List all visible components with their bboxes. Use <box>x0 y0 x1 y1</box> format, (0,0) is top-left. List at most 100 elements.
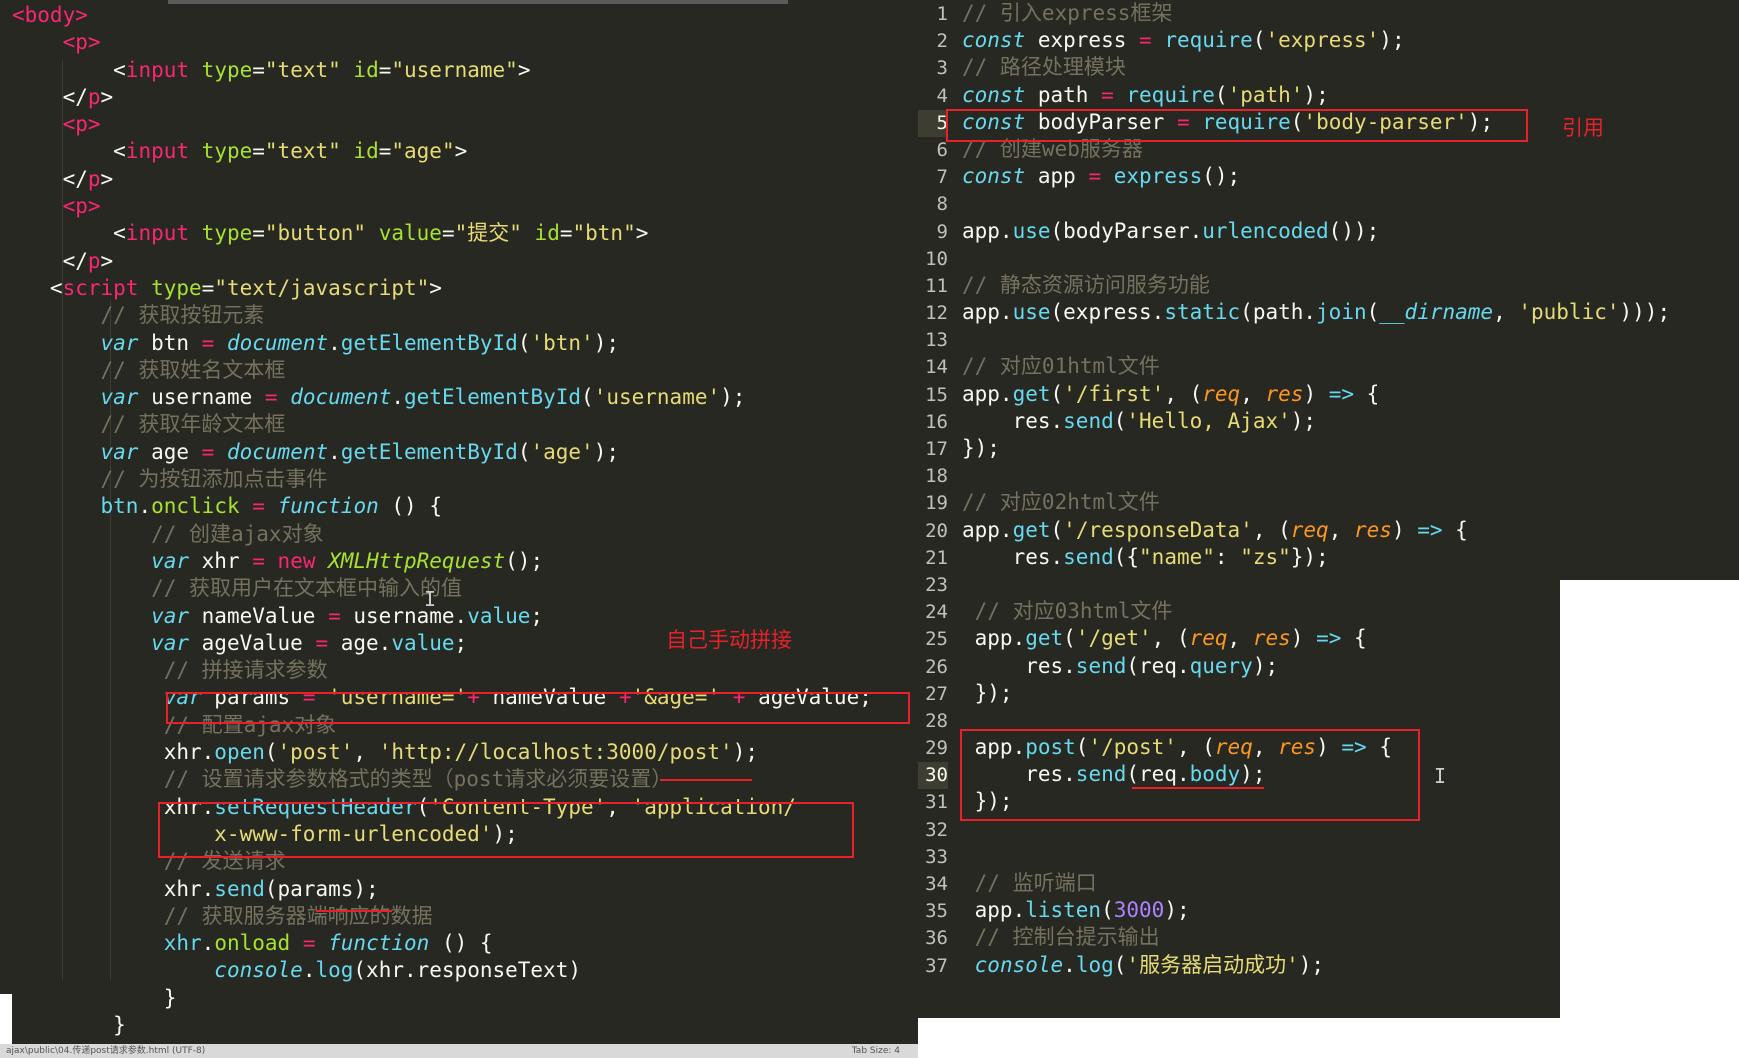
code-line[interactable]: <p> <box>12 111 930 138</box>
code-token: ); <box>1252 653 1279 678</box>
code-line[interactable]: btn.onclick = function () { <box>12 493 930 520</box>
code-token: // 为按钮添加点击事件 <box>12 467 328 492</box>
code-line[interactable]: <input type="button" value="提交" id="btn"… <box>12 220 930 247</box>
code-line[interactable]: } <box>12 985 930 1012</box>
code-line[interactable]: <input type="text" id="age"> <box>12 138 930 165</box>
code-line[interactable]: 2 const express = require('express'); <box>918 27 1739 54</box>
code-token: = <box>252 548 265 573</box>
code-line[interactable]: 9 app.use(bodyParser.urlencoded()); <box>918 218 1739 245</box>
code-line[interactable]: 4 const path = require('path'); <box>918 82 1739 109</box>
line-number: 32 <box>925 818 948 841</box>
code-line[interactable]: </p> <box>12 84 930 111</box>
code-token: }); <box>1290 544 1329 569</box>
code-token: xhr. <box>12 876 215 901</box>
code-token: ); <box>1379 28 1405 53</box>
code-token: app. <box>962 300 1013 325</box>
code-line[interactable]: xhr.open('post', 'http://localhost:3000/… <box>12 739 930 766</box>
code-line[interactable]: // 获取年龄文本框 <box>12 411 930 438</box>
code-token: value <box>378 221 442 246</box>
code-line[interactable]: <p> <box>12 193 930 220</box>
line-number: 24 <box>925 601 948 624</box>
code-token: p <box>87 84 101 109</box>
code-token: get <box>1012 381 1051 406</box>
line-number: 21 <box>925 546 948 569</box>
code-line[interactable]: 12 app.use(express.static(path.join(__dir… <box>918 299 1739 326</box>
code-token: </ <box>12 84 88 109</box>
code-line[interactable]: <body> <box>12 2 930 29</box>
code-line[interactable]: 18 <box>918 462 1739 489</box>
code-token: ); <box>720 385 746 410</box>
code-token: p <box>87 248 101 273</box>
code-line[interactable]: } <box>12 1012 930 1039</box>
line-number: 36 <box>925 927 948 950</box>
code-line[interactable]: // 为按钮添加点击事件 <box>12 466 930 493</box>
code-line[interactable]: // 获取姓名文本框 <box>12 357 930 384</box>
code-line[interactable]: 16 res.send('Hello, Ajax'); <box>918 408 1739 435</box>
code-line[interactable]: <input type="text" id="username"> <box>12 57 930 84</box>
line-number: 25 <box>925 628 948 651</box>
code-token: > <box>635 221 649 246</box>
code-token: const <box>962 164 1026 189</box>
code-token: ) <box>1303 381 1329 406</box>
code-line[interactable]: var ageValue = age.value; <box>12 630 930 657</box>
code-line[interactable]: 8 <box>918 190 1739 217</box>
code-line[interactable]: // 获取按钮元素 <box>12 302 930 329</box>
html-source-code[interactable]: <body> <p> <input type="text" id="userna… <box>12 2 930 1039</box>
code-line[interactable]: 20 app.get('/responseData', (req, res) =>… <box>918 517 1739 544</box>
code-line[interactable]: 17}); <box>918 435 1739 462</box>
code-token: "text" <box>264 57 341 82</box>
code-token: "text" <box>264 139 341 164</box>
code-line[interactable]: var nameValue = username.value; <box>12 603 930 630</box>
code-token: app. <box>962 381 1013 406</box>
code-line[interactable]: 7 const app = express(); <box>918 163 1739 190</box>
code-token: var <box>100 330 139 355</box>
code-line[interactable]: 13 <box>918 326 1739 353</box>
code-line[interactable]: 19 // 对应02html文件 <box>918 489 1739 516</box>
code-line[interactable]: 14 // 对应01html文件 <box>918 353 1739 380</box>
code-line[interactable]: // 获取服务器端响应的数据 <box>12 903 930 930</box>
code-token: ); <box>593 330 619 355</box>
code-token: 'post' <box>277 740 354 765</box>
code-line[interactable]: xhr.onload = function () { <box>12 930 930 957</box>
code-token: console <box>214 958 303 983</box>
code-line[interactable]: <p> <box>12 29 930 56</box>
code-line[interactable]: </p> <box>12 248 930 275</box>
code-token: = <box>201 330 215 355</box>
line-number: 16 <box>925 410 948 433</box>
code-line[interactable]: var xhr = new XMLHttpRequest(); <box>12 548 930 575</box>
code-line[interactable]: // 拼接请求参数 <box>12 657 930 684</box>
code-line[interactable]: console.log(xhr.responseText) <box>12 957 930 984</box>
code-token: }); <box>962 436 1000 460</box>
code-line[interactable]: var age = document.getElementById('age')… <box>12 439 930 466</box>
line-number: 18 <box>925 465 948 488</box>
code-line[interactable]: 10 <box>918 245 1739 272</box>
code-line[interactable]: var username = document.getElementById('… <box>12 384 930 411</box>
code-line[interactable]: 3 // 路径处理模块 <box>918 54 1739 81</box>
code-token: // 对应03html文件 <box>962 599 1173 624</box>
code-token: // 获取服务器端响应的数据 <box>12 903 433 928</box>
post-route-highlight <box>960 729 1420 821</box>
code-line[interactable]: 15 app.get('/first', (req, res) => { <box>918 381 1739 408</box>
code-line[interactable]: </p> <box>12 166 930 193</box>
code-line[interactable]: <script type="text/javascript"> <box>12 275 930 302</box>
code-line[interactable]: 21 res.send({"name": "zs"}); <box>918 544 1739 571</box>
code-line[interactable]: 11 // 静态资源访问服务功能 <box>918 272 1739 299</box>
code-token: static <box>1164 300 1241 325</box>
code-line[interactable]: // 获取用户在文本框中输入的值 <box>12 575 930 602</box>
code-token: ( <box>1063 626 1076 651</box>
code-line[interactable]: var btn = document.getElementById('btn')… <box>12 330 930 357</box>
code-token: <body> <box>12 3 88 27</box>
code-token: ( <box>264 740 278 765</box>
code-line[interactable]: 1 // 引入express框架 <box>918 0 1739 27</box>
code-line[interactable]: // 创建ajax对象 <box>12 521 930 548</box>
code-token: (bodyParser. <box>1050 218 1203 243</box>
code-line[interactable]: xhr.send(params); <box>12 876 930 903</box>
left-code-editor[interactable]: <body> <p> <input type="text" id="userna… <box>0 0 930 1058</box>
code-line[interactable]: // 设置请求参数格式的类型（post请求必须要设置） <box>12 766 930 793</box>
